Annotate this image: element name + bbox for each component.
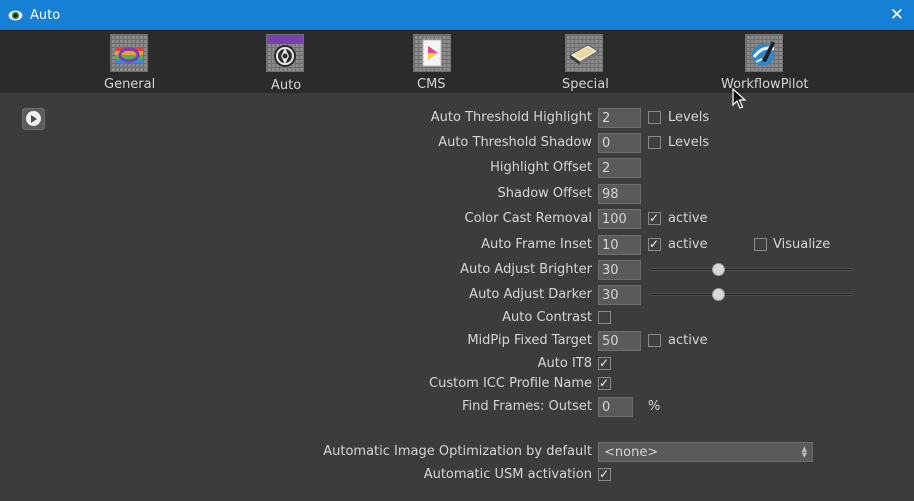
- row-custom-icc-profile-name: Custom ICC Profile Name ✓: [0, 374, 914, 394]
- auto-aperture-icon: [266, 34, 304, 72]
- app-eye-icon: [8, 10, 23, 21]
- row-auto-adjust-darker: Auto Adjust Darker 30: [0, 285, 914, 305]
- midpip-active-checkbox[interactable]: [648, 334, 661, 347]
- settings-panel: Auto Threshold Highlight 2 Levels Auto T…: [0, 92, 914, 501]
- auto-frame-inset-active-checkbox[interactable]: ✓: [648, 237, 661, 251]
- shadow-offset-input[interactable]: 98: [598, 184, 641, 204]
- row-auto-threshold-highlight: Auto Threshold Highlight 2 Levels: [0, 108, 914, 128]
- auto-frame-inset-label: Auto Frame Inset: [481, 237, 592, 252]
- auto-threshold-highlight-input[interactable]: 2: [598, 108, 641, 128]
- row-find-frames-outset: Find Frames: Outset 0 %: [0, 397, 914, 417]
- row-auto-frame-inset: Auto Frame Inset 10 ✓ active Visualize: [0, 235, 914, 255]
- active-label: active: [668, 333, 708, 348]
- mouse-cursor-icon: [732, 88, 747, 109]
- row-automatic-usm-activation: Automatic USM activation ✓: [0, 465, 914, 485]
- percent-unit-label: %: [648, 399, 661, 414]
- highlight-offset-input[interactable]: 2: [598, 158, 641, 178]
- slider-handle[interactable]: [712, 263, 725, 276]
- row-auto-threshold-shadow: Auto Threshold Shadow 0 Levels: [0, 133, 914, 153]
- row-automatic-image-optimization: Automatic Image Optimization by default …: [0, 442, 914, 462]
- row-auto-contrast: Auto Contrast: [0, 308, 914, 328]
- auto-adjust-brighter-input[interactable]: 30: [598, 260, 641, 280]
- tab-auto-label: Auto: [271, 78, 302, 93]
- auto-contrast-label: Auto Contrast: [502, 310, 592, 325]
- auto-threshold-shadow-label: Auto Threshold Shadow: [438, 135, 592, 150]
- row-auto-adjust-brighter: Auto Adjust Brighter 30: [0, 260, 914, 280]
- find-frames-outset-input[interactable]: 0: [598, 397, 633, 417]
- tab-cms-label: CMS: [417, 77, 446, 92]
- visualize-checkbox[interactable]: [754, 238, 767, 251]
- row-highlight-offset: Highlight Offset 2: [0, 158, 914, 178]
- auto-threshold-shadow-input[interactable]: 0: [598, 133, 641, 153]
- auto-adjust-brighter-slider[interactable]: [649, 260, 853, 280]
- auto-it8-checkbox[interactable]: ✓: [598, 356, 611, 370]
- custom-icc-profile-name-checkbox[interactable]: ✓: [598, 376, 611, 390]
- automatic-image-optimization-label: Automatic Image Optimization by default: [323, 444, 592, 459]
- tab-special-label: Special: [562, 77, 609, 92]
- levels-label: Levels: [668, 135, 710, 150]
- auto-adjust-darker-label: Auto Adjust Darker: [469, 287, 592, 302]
- active-label: active: [668, 211, 708, 226]
- row-midpip-fixed-target: MidPip Fixed Target 50 active: [0, 331, 914, 351]
- updown-arrow-icon: ▲ ▼: [801, 445, 807, 459]
- checkmark-icon: ✓: [649, 211, 660, 225]
- shadow-offset-label: Shadow Offset: [497, 186, 593, 201]
- tab-workflowpilot[interactable]: WorkflowPilot: [718, 31, 810, 93]
- tab-special[interactable]: Special: [554, 31, 616, 93]
- find-frames-outset-label: Find Frames: Outset: [462, 399, 592, 414]
- title-bar: Auto ✕: [0, 0, 914, 30]
- checkmark-icon: ✓: [649, 237, 660, 251]
- row-auto-it8: Auto IT8 ✓: [0, 354, 914, 374]
- auto-it8-label: Auto IT8: [537, 356, 592, 371]
- close-icon[interactable]: ✕: [890, 5, 904, 25]
- automatic-usm-activation-label: Automatic USM activation: [423, 467, 592, 482]
- automatic-image-optimization-select[interactable]: <none> ▲ ▼: [598, 442, 813, 462]
- row-shadow-offset: Shadow Offset 98: [0, 184, 914, 204]
- active-label: active: [668, 237, 708, 252]
- midpip-fixed-target-input[interactable]: 50: [598, 331, 641, 351]
- tab-general-label: General: [104, 77, 156, 92]
- highlight-offset-label: Highlight Offset: [490, 160, 592, 175]
- tab-general[interactable]: General: [98, 31, 160, 93]
- auto-frame-inset-input[interactable]: 10: [598, 235, 641, 255]
- auto-adjust-brighter-label: Auto Adjust Brighter: [460, 262, 592, 277]
- midpip-fixed-target-label: MidPip Fixed Target: [467, 333, 592, 348]
- auto-adjust-darker-input[interactable]: 30: [598, 285, 641, 305]
- checkmark-icon: ✓: [599, 356, 610, 370]
- checkmark-icon: ✓: [599, 376, 610, 390]
- visualize-label: Visualize: [773, 237, 831, 252]
- tab-cms[interactable]: CMS: [400, 31, 462, 93]
- checkmark-icon: ✓: [599, 467, 610, 481]
- row-color-cast-removal: Color Cast Removal 100 ✓ active: [0, 209, 914, 229]
- window-title: Auto: [30, 8, 61, 23]
- tab-auto[interactable]: Auto: [254, 31, 316, 93]
- auto-threshold-shadow-levels-checkbox[interactable]: [648, 136, 661, 149]
- slider-handle[interactable]: [712, 288, 725, 301]
- general-palette-icon: [110, 34, 148, 72]
- color-cast-removal-label: Color Cast Removal: [464, 211, 592, 226]
- auto-threshold-highlight-label: Auto Threshold Highlight: [430, 110, 592, 125]
- color-cast-removal-active-checkbox[interactable]: ✓: [648, 211, 661, 225]
- cms-color-icon: [413, 34, 451, 72]
- custom-icc-profile-name-label: Custom ICC Profile Name: [429, 376, 592, 391]
- tab-toolbar: General Auto CMS Special WorkflowPilot: [0, 30, 914, 93]
- select-value: <none>: [604, 445, 659, 460]
- auto-adjust-darker-slider[interactable]: [649, 285, 853, 305]
- automatic-usm-activation-checkbox[interactable]: ✓: [598, 467, 611, 481]
- auto-threshold-highlight-levels-checkbox[interactable]: [648, 111, 661, 124]
- levels-label: Levels: [668, 110, 710, 125]
- auto-contrast-checkbox[interactable]: [598, 311, 611, 324]
- special-film-icon: [565, 34, 603, 72]
- color-cast-removal-input[interactable]: 100: [598, 209, 641, 229]
- workflowpilot-icon: [745, 34, 783, 72]
